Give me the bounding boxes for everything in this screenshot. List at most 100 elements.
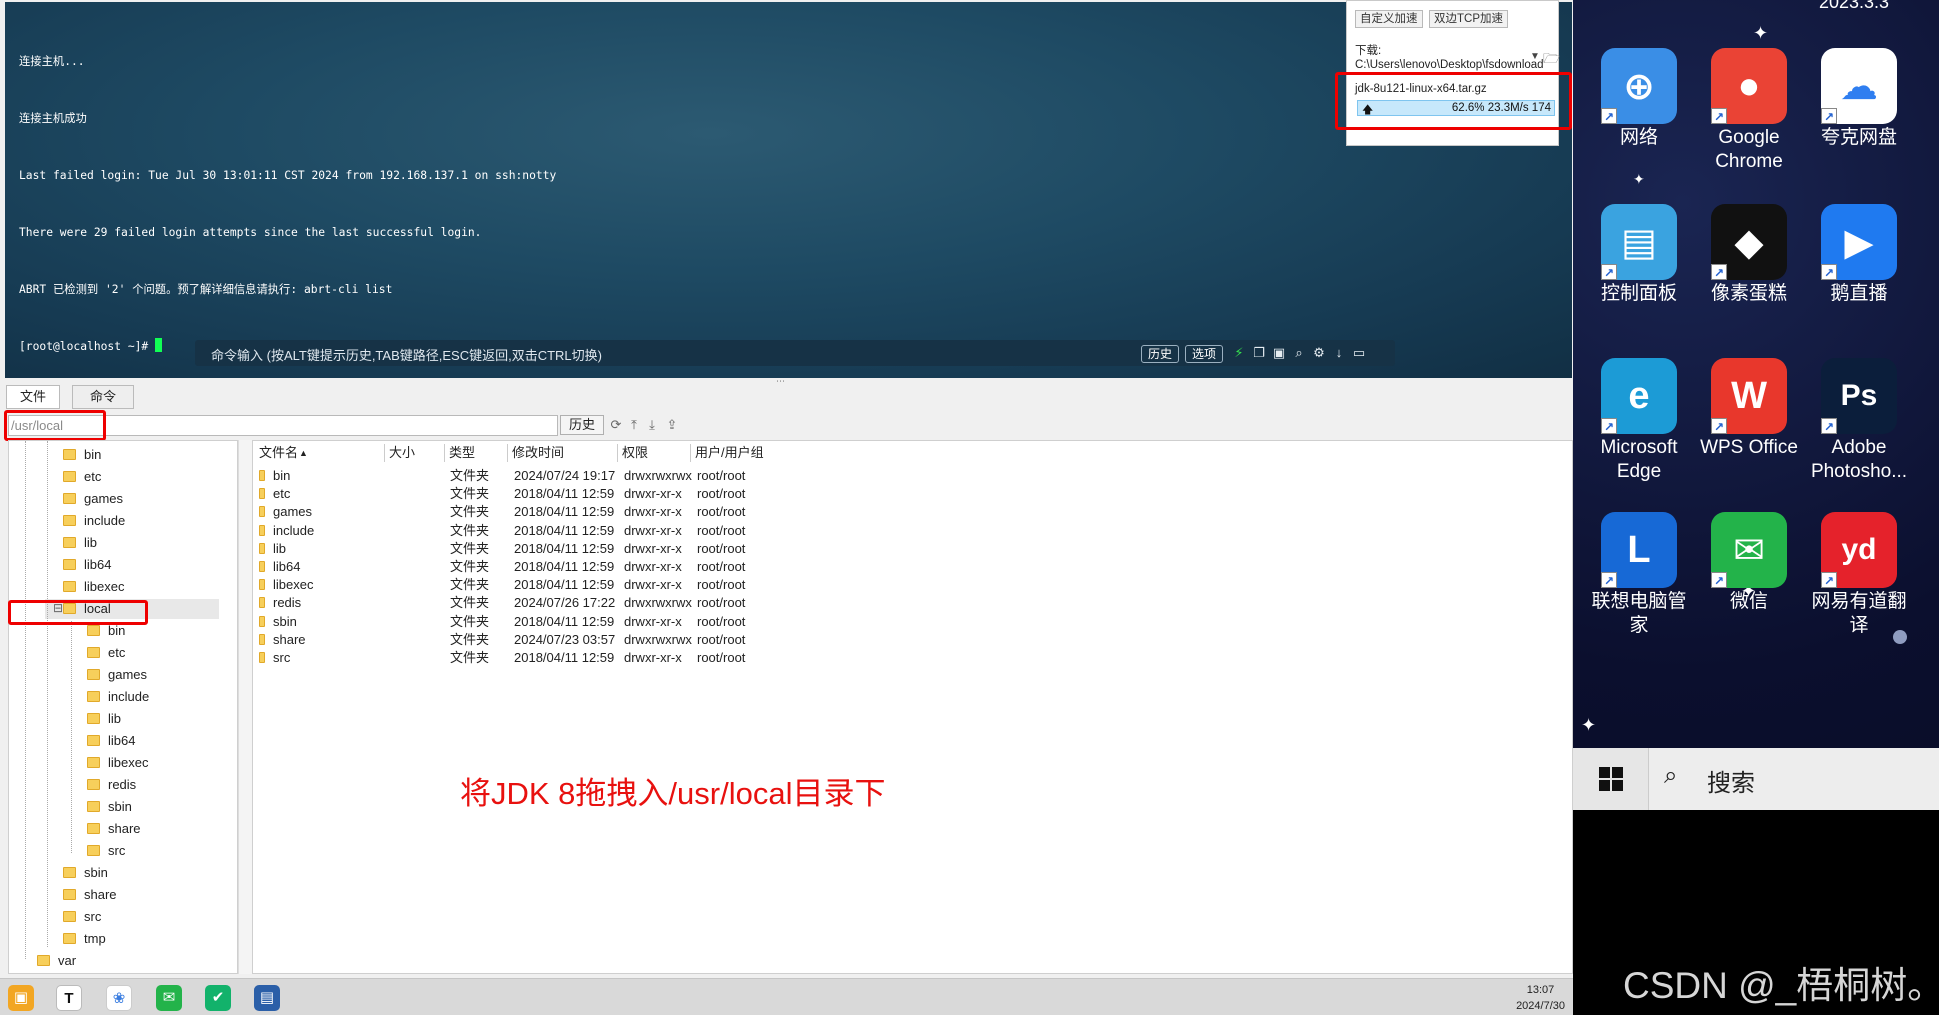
upload-icon[interactable]: ⇪ [664, 415, 680, 435]
splitter-handle[interactable]: ⋯ [776, 376, 785, 387]
table-row[interactable]: games 文件夹 2018/04/11 12:59 drwxr-xr-x root/r… [253, 503, 953, 521]
command-input-bar[interactable]: 命令输入 (按ALT键提示历史,TAB键路径,ESC键返回,双击CTRL切换) … [195, 340, 1395, 366]
tree-item[interactable]: share [63, 885, 117, 905]
tree-item[interactable]: games [87, 665, 147, 685]
desktop-shortcut[interactable]: ☁ ↗ 夸克网盘 [1803, 48, 1915, 150]
table-row[interactable]: share 文件夹 2024/07/23 03:57 drwxrwxrwx root/r… [253, 631, 953, 649]
file-type: 文件夹 [450, 522, 490, 538]
typora-icon[interactable]: T [56, 985, 82, 1011]
options-button[interactable]: 选项 [1185, 345, 1224, 363]
tcp-accelerate-button[interactable]: 双边TCP加速 [1429, 10, 1508, 28]
desktop-shortcut[interactable]: ▶ ↗ 鹅直播 [1803, 204, 1915, 306]
tree-item[interactable]: src [87, 841, 125, 861]
copy-icon[interactable]: ❐ [1251, 344, 1267, 362]
tree-item[interactable]: games [63, 489, 123, 509]
header-size[interactable]: 大小 [389, 444, 415, 462]
search-icon[interactable]: ⌕ [1664, 762, 1677, 790]
header-name[interactable]: 文件名 [259, 444, 298, 462]
desktop-shortcut[interactable]: Ps ↗ Adobe Photosho... [1803, 358, 1915, 484]
wechat-icon: ✉ ↗ [1711, 512, 1787, 588]
table-row[interactable]: lib 文件夹 2018/04/11 12:59 drwxr-xr-x root/roo… [253, 540, 953, 558]
column-divider[interactable] [507, 444, 508, 462]
header-owner[interactable]: 用户/用户组 [695, 444, 764, 462]
tree-item[interactable]: sbin [63, 863, 108, 883]
tree-item[interactable]: redis [87, 775, 136, 795]
desktop-shortcut[interactable]: ✉ ↗ 微信 [1693, 512, 1805, 614]
tree-item[interactable]: include [63, 511, 125, 531]
header-permissions[interactable]: 权限 [622, 444, 648, 462]
table-row[interactable]: include 文件夹 2018/04/11 12:59 drwxr-xr-x root… [253, 522, 953, 540]
tab-files[interactable]: 文件 [6, 385, 60, 409]
tree-item[interactable]: etc [63, 467, 101, 487]
desktop-shortcut[interactable]: ⊕ ↗ 网络 [1583, 48, 1695, 150]
message-icon[interactable]: ✔ [205, 985, 231, 1011]
table-row[interactable]: redis 文件夹 2024/07/26 17:22 drwxrwxrwx root/r… [253, 594, 953, 612]
app-icon[interactable]: ❀ [106, 985, 132, 1011]
tree-item[interactable]: sbin [87, 797, 132, 817]
column-divider[interactable] [384, 444, 385, 462]
tree-scrollbar[interactable] [238, 440, 252, 974]
desktop-shortcut-label: 鹅直播 [1830, 283, 1888, 304]
table-row[interactable]: src 文件夹 2018/04/11 12:59 drwxr-xr-x root/roo… [253, 649, 953, 667]
folder-icon [259, 524, 265, 536]
column-divider[interactable] [444, 444, 445, 462]
desktop-shortcut[interactable]: L ↗ 联想电脑管家 [1583, 512, 1695, 638]
header-modified[interactable]: 修改时间 [512, 444, 564, 462]
start-button[interactable] [1573, 748, 1649, 810]
tree-item[interactable]: lib [87, 709, 121, 729]
search-label[interactable]: 搜索 [1707, 763, 1755, 798]
path-history-button[interactable]: 历史 [560, 415, 604, 435]
terminal-pane[interactable]: 连接主机... 连接主机成功 Last failed login: Tue Ju… [5, 2, 1572, 378]
table-row[interactable]: lib64 文件夹 2018/04/11 12:59 drwxr-xr-x root/r… [253, 558, 953, 576]
history-button[interactable]: 历史 [1141, 345, 1180, 363]
tree-item[interactable]: include [87, 687, 149, 707]
custom-accelerate-button[interactable]: 自定义加速 [1355, 10, 1423, 28]
tree-item[interactable]: tmp [63, 929, 106, 949]
file-list[interactable]: 文件名 大小 类型 修改时间 权限 用户/用户组 ▲ bin 文件夹 2024/07/24 19… [252, 440, 1573, 974]
file-owner: root/root [697, 468, 746, 483]
tree-item[interactable]: lib [63, 533, 97, 553]
tree-item[interactable]: libexec [87, 753, 148, 773]
up-directory-icon[interactable]: ⤒ [626, 415, 642, 435]
table-row[interactable]: libexec 文件夹 2018/04/11 12:59 drwxr-xr-x root… [253, 576, 953, 594]
table-row[interactable]: etc 文件夹 2018/04/11 12:59 drwxr-xr-x root/roo… [253, 485, 953, 503]
download-icon[interactable]: ⤓ [644, 415, 660, 435]
folder-icon [87, 779, 100, 790]
wechat-icon[interactable]: ✉ [156, 985, 182, 1011]
tree-item[interactable]: etc [87, 643, 125, 663]
paste-icon[interactable]: ▣ [1271, 344, 1287, 362]
finalshell-icon[interactable]: ▣ [8, 985, 34, 1011]
column-divider[interactable] [617, 444, 618, 462]
desktop-shortcut[interactable]: ◆ ↗ 像素蛋糕 [1693, 204, 1805, 306]
tree-item[interactable]: bin [63, 445, 101, 465]
tree-item[interactable]: lib64 [63, 555, 111, 575]
tree-item[interactable]: src [63, 907, 101, 927]
arrow-down-icon[interactable]: ↓ [1331, 344, 1347, 362]
tree-item[interactable]: lib64 [87, 731, 135, 751]
refresh-icon[interactable]: ⟳ [608, 415, 624, 435]
desktop-shortcut[interactable]: ▤ ↗ 控制面板 [1583, 204, 1695, 306]
search-icon[interactable]: ⌕ [1291, 344, 1307, 362]
tree-item[interactable]: share [87, 819, 141, 839]
tree-item[interactable]: libexec [63, 577, 124, 597]
tab-commands[interactable]: 命令 [72, 385, 134, 409]
column-divider[interactable] [690, 444, 691, 462]
desktop-shortcut[interactable]: W ↗ WPS Office [1693, 358, 1805, 460]
table-row[interactable]: bin 文件夹 2024/07/24 19:17 drwxrwxrwx root/roo… [253, 467, 953, 485]
desktop-shortcut[interactable]: e ↗ Microsoft Edge [1583, 358, 1695, 484]
header-type[interactable]: 类型 [449, 444, 475, 462]
lightning-icon[interactable]: ⚡ [1231, 344, 1247, 362]
folder-open-icon[interactable]: 🗁 [1543, 48, 1560, 72]
desktop-shortcut[interactable]: yd ↗ 网易有道翻译 [1803, 512, 1915, 638]
gear-icon[interactable]: ⚙ [1311, 344, 1327, 362]
file-permissions: drwxr-xr-x [624, 486, 682, 502]
desktop-shortcut[interactable]: ● ↗ Google Chrome [1693, 48, 1805, 174]
chevron-down-icon[interactable]: ▼ [1530, 51, 1540, 62]
window-icon[interactable]: ▭ [1351, 344, 1367, 362]
tree-item[interactable]: var [37, 951, 76, 971]
table-row[interactable]: sbin 文件夹 2018/04/11 12:59 drwxr-xr-x root/ro… [253, 613, 953, 631]
folder-icon [87, 735, 100, 746]
directory-tree[interactable]: bin etc games include lib lib64 libexec local ⊟ b… [8, 440, 238, 974]
remote-icon[interactable]: ▤ [254, 985, 280, 1011]
folder-icon [259, 542, 265, 554]
